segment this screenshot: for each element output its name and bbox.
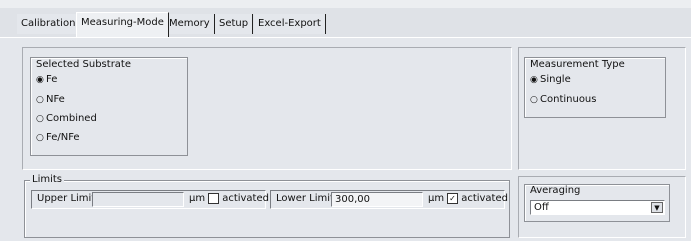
radio-selected-icon: ◉ — [530, 75, 538, 85]
upper-limit-unit: µm — [189, 193, 206, 204]
radio-continuous-label: Continuous — [540, 94, 597, 105]
averaging-select[interactable]: Off ▼ — [530, 200, 665, 215]
radio-single-label: Single — [540, 74, 571, 85]
measurement-type-title: Measurement Type — [530, 59, 625, 70]
lower-activated-label: activated — [461, 193, 508, 204]
window-top-strip — [0, 0, 691, 8]
radio-fe-label: Fe — [46, 74, 58, 85]
radio-fe-nfe-label: Fe/NFe — [46, 132, 80, 143]
radio-single[interactable]: ◉ Single — [530, 73, 571, 87]
upper-limit-label: Upper Limit — [37, 193, 96, 204]
radio-nfe-label: NFe — [46, 94, 65, 105]
upper-activated-label: activated — [222, 193, 269, 204]
lower-limit-input[interactable]: 300,00 — [331, 192, 423, 207]
tab-measuring-mode[interactable]: Measuring-Mode — [76, 12, 169, 37]
radio-nfe[interactable]: ○ NFe — [36, 93, 65, 107]
radio-unselected-icon: ○ — [36, 114, 44, 124]
lower-limit-unit: µm — [428, 193, 445, 204]
checkbox-checked-icon: ✓ — [447, 192, 458, 204]
radio-selected-icon: ◉ — [36, 75, 44, 85]
upper-activated-checkbox[interactable]: activated — [208, 192, 269, 206]
lower-limit-label: Lower Limit — [276, 193, 334, 204]
lower-limit-value: 300,00 — [335, 194, 370, 205]
lower-activated-checkbox[interactable]: ✓ activated — [447, 192, 508, 206]
tab-setup[interactable]: Setup — [215, 14, 254, 34]
chevron-down-icon[interactable]: ▼ — [651, 202, 663, 213]
limits-title: Limits — [30, 174, 64, 186]
averaging-title: Averaging — [530, 185, 581, 196]
radio-unselected-icon: ○ — [530, 95, 538, 105]
radio-continuous[interactable]: ○ Continuous — [530, 93, 596, 107]
tab-excel-export[interactable]: Excel-Export — [254, 14, 326, 34]
radio-unselected-icon: ○ — [36, 133, 44, 143]
upper-limit-input[interactable] — [92, 192, 184, 207]
limits-group — [24, 180, 510, 238]
radio-combined-label: Combined — [46, 113, 97, 124]
radio-fe-nfe[interactable]: ○ Fe/NFe — [36, 131, 80, 145]
radio-combined[interactable]: ○ Combined — [36, 112, 97, 126]
radio-unselected-icon: ○ — [36, 95, 44, 105]
averaging-selected-value: Off — [534, 202, 549, 213]
substrate-title: Selected Substrate — [36, 59, 132, 70]
checkbox-unchecked-icon — [208, 192, 219, 204]
radio-fe[interactable]: ◉ Fe — [36, 73, 57, 87]
tab-memory[interactable]: Memory — [165, 14, 215, 34]
tab-calibration[interactable]: Calibration — [17, 14, 81, 34]
